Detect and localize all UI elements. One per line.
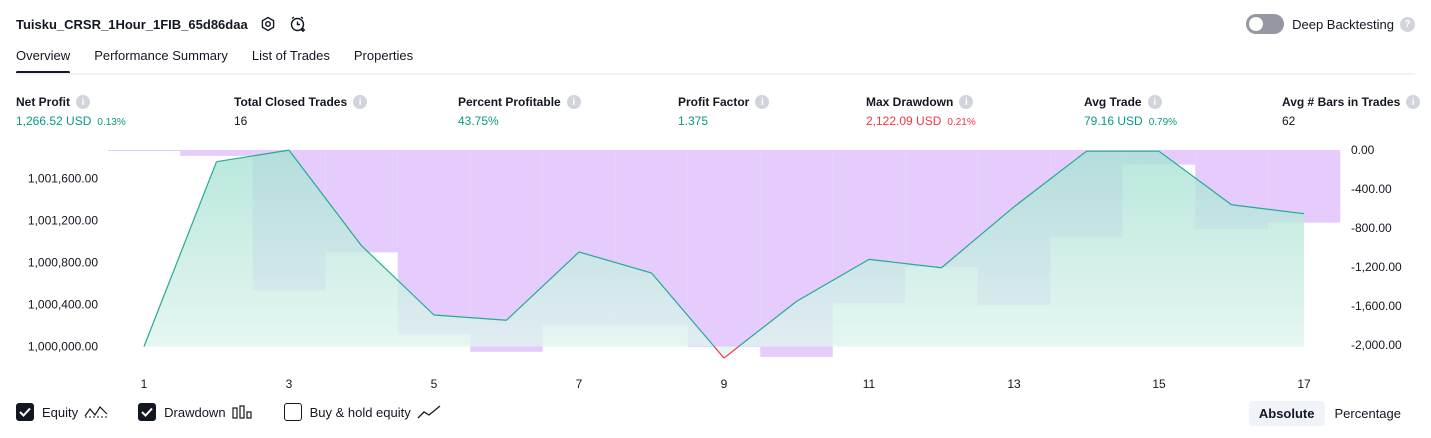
tab-properties[interactable]: Properties <box>354 48 413 71</box>
equity-line-icon <box>84 405 108 419</box>
drawdown-bars-icon <box>231 405 254 419</box>
metric-label: Net Profit <box>16 95 70 109</box>
mode-absolute[interactable]: Absolute <box>1248 401 1325 426</box>
left-axis: 1,001,600.00 1,001,200.00 1,000,800.00 1,00… <box>28 172 98 354</box>
metric-value: 16 <box>234 114 248 128</box>
info-icon[interactable]: i <box>755 95 770 109</box>
right-tick-label: -800.00 <box>1351 221 1392 235</box>
info-icon[interactable]: i <box>1147 95 1162 109</box>
drawdown-toggle[interactable]: Drawdown <box>138 403 253 421</box>
right-tick-label: -400.00 <box>1351 182 1392 196</box>
drawdown-checkbox[interactable] <box>138 403 157 421</box>
metric-percent: 0.13% <box>97 117 126 128</box>
right-tick-label: -1,600.00 <box>1351 299 1402 313</box>
x-axis: 1 3 5 7 9 11 13 15 17 <box>141 377 1311 391</box>
buy-hold-line-icon <box>417 405 441 419</box>
metric-total-closed-trades: Total Closed Trades i 16 <box>234 94 368 128</box>
info-icon[interactable]: i <box>1406 95 1421 109</box>
buy-hold-label: Buy & hold equity <box>309 404 411 420</box>
metric-percent-profitable: Percent Profitable i 43.75% <box>458 94 581 128</box>
settings-gear-icon[interactable] <box>258 14 278 34</box>
deep-backtesting: Deep Backtesting ? <box>1246 14 1415 34</box>
strategy-name: Tuisku_CRSR_1Hour_1FIB_65d86daa <box>16 16 248 32</box>
tab-performance-summary[interactable]: Performance Summary <box>94 48 228 71</box>
metric-label: Avg # Bars in Trades <box>1282 95 1401 109</box>
x-tick-label: 7 <box>576 377 583 391</box>
tab-list-of-trades[interactable]: List of Trades <box>252 48 330 71</box>
value-mode-switch: Absolute Percentage <box>1248 401 1412 426</box>
metric-percent: 0.79% <box>1148 117 1178 128</box>
metric-label: Max Drawdown <box>866 95 954 109</box>
metric-value: 79.16 USD <box>1084 114 1143 128</box>
metric-value: 43.75% <box>458 114 499 128</box>
metric-max-drawdown: Max Drawdown i 2,122.09 USD 0.21% <box>866 94 976 128</box>
info-icon[interactable]: i <box>566 95 581 109</box>
x-tick-label: 13 <box>1007 377 1021 391</box>
metric-percent: 0.21% <box>947 117 976 128</box>
metric-label: Total Closed Trades <box>234 95 348 109</box>
metric-avg-bars-in-trades: Avg # Bars in Trades i 62 <box>1282 94 1421 128</box>
metric-value: 2,122.09 USD <box>866 114 942 128</box>
buy-hold-checkbox[interactable] <box>283 403 302 421</box>
help-icon[interactable]: ? <box>1400 16 1415 32</box>
chart-legend: Equity Drawdown Buy & hold equity <box>16 403 471 421</box>
metric-profit-factor: Profit Factor i 1.375 <box>678 94 770 128</box>
info-icon[interactable]: i <box>353 95 368 109</box>
equity-checkbox[interactable] <box>16 403 34 421</box>
x-tick-label: 5 <box>431 377 438 391</box>
metric-value: 1,266.52 USD <box>16 114 92 128</box>
metric-label: Percent Profitable <box>458 95 561 109</box>
left-tick-label: 1,000,400.00 <box>28 298 98 312</box>
tab-divider <box>16 73 1415 75</box>
x-tick-label: 3 <box>286 377 293 391</box>
metric-avg-trade: Avg Trade i 79.16 USD 0.79% <box>1084 94 1177 128</box>
equity-label: Equity <box>42 404 79 420</box>
x-tick-label: 9 <box>721 377 728 391</box>
drawdown-label: Drawdown <box>164 404 226 420</box>
info-icon[interactable]: i <box>959 95 974 109</box>
right-axis: 0.00 -400.00 -800.00 -1,200.00 -1,600.00 -2,0… <box>1351 143 1402 352</box>
info-icon[interactable]: i <box>76 95 90 109</box>
deep-backtesting-label: Deep Backtesting <box>1292 16 1394 32</box>
buy-hold-toggle[interactable]: Buy & hold equity <box>283 403 441 421</box>
tab-bar: Overview Performance Summary List of Tra… <box>16 48 437 74</box>
drawdown-bar <box>687 150 761 347</box>
strategy-header: Tuisku_CRSR_1Hour_1FIB_65d86daa <box>16 12 308 36</box>
x-tick-label: 17 <box>1297 377 1311 391</box>
x-tick-label: 1 <box>141 377 148 391</box>
metric-net-profit: Net Profit i 1,266.52 USD 0.13% <box>16 94 126 128</box>
alert-clock-icon[interactable] <box>288 14 308 34</box>
metric-value: 62 <box>1282 114 1296 128</box>
x-tick-label: 15 <box>1152 377 1166 391</box>
right-tick-label: -2,000.00 <box>1351 338 1402 352</box>
tab-overview[interactable]: Overview <box>16 48 71 74</box>
right-tick-label: -1,200.00 <box>1351 260 1402 274</box>
equity-toggle[interactable]: Equity <box>16 403 108 421</box>
x-tick-label: 11 <box>863 377 876 391</box>
equity-drawdown-chart[interactable]: 1 3 5 7 9 11 13 15 17 1,001,600.001,001,200.001,… <box>0 140 1431 398</box>
left-tick-label: 1,001,600.00 <box>28 172 98 186</box>
metric-value: 1.375 <box>678 114 709 128</box>
left-tick-label: 1,000,800.00 <box>28 256 98 270</box>
deep-backtesting-toggle[interactable] <box>1246 14 1285 34</box>
metric-label: Avg Trade <box>1084 95 1142 109</box>
drawdown-bar <box>107 150 181 151</box>
right-tick-label: 0.00 <box>1351 143 1375 157</box>
mode-percentage[interactable]: Percentage <box>1325 401 1412 426</box>
left-tick-label: 1,001,200.00 <box>28 214 98 228</box>
left-tick-label: 1,000,000.00 <box>28 340 98 354</box>
drawdown-bar <box>180 150 253 156</box>
metric-label: Profit Factor <box>678 95 750 109</box>
